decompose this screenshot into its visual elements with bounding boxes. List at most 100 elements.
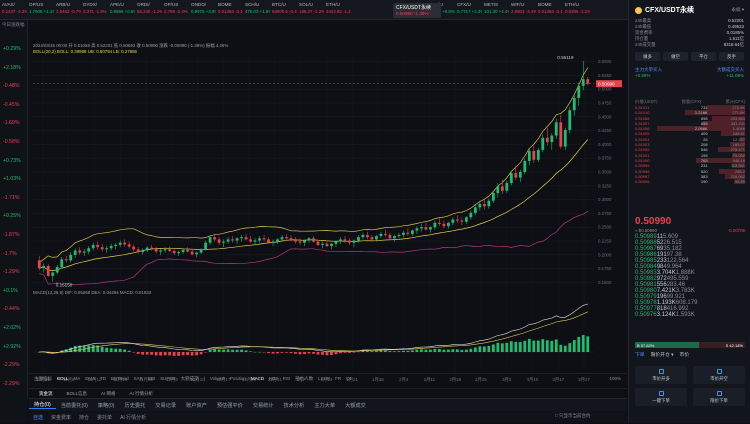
ticker-item[interactable]: BTC/U 66900.6 -0.4% [270,0,297,19]
macd-bar [172,352,176,356]
active-ticker-tab[interactable]: CFX/USDT永续 0.50990 -1.38% [393,3,441,18]
trade-button-1[interactable]: 做空 [663,52,688,61]
bottom-tab[interactable]: 账户资产 [181,402,212,409]
strip-tab[interactable]: BOLL信息 [67,391,88,397]
zoom-level[interactable]: 100% [609,376,621,381]
ticker-item[interactable]: ORDI/55.246 -1.2% [135,0,162,19]
change-item[interactable]: -0.48% [3,83,19,89]
trade-button-0[interactable]: 做多 [635,52,660,61]
change-item[interactable]: +2.02% [3,325,21,331]
trade-button-2[interactable]: 平仓 [691,52,716,61]
ticker-item[interactable]: ETH/U 3442.82 -1.1% [324,0,351,19]
ticker-item[interactable]: AVAX/0.1437 -2.3% [0,0,27,19]
order-strip-item[interactable]: 委托单 [93,414,116,421]
indicator-item[interactable]: SUPER [160,376,176,381]
book-row[interactable]: 0.509763.124K1.593K [635,312,745,318]
change-item[interactable]: -0.44% [3,306,19,312]
quick-action-1[interactable]: 市价开空 [693,366,745,384]
indicator-item[interactable]: 主图指标 [34,376,52,382]
indicator-item[interactable]: TD [100,376,106,381]
bottom-tab[interactable]: 交易统计 [248,402,279,409]
indicator-item[interactable]: BOLL [57,376,69,381]
ticker-item[interactable]: OP/US 2.789 -2.4% [162,0,189,19]
ticker-item[interactable]: OP/US 1.7606 +1.1% [27,0,54,19]
quick-action-2[interactable]: 一键下单 [635,388,687,406]
change-item[interactable]: +0.25% [3,213,21,219]
change-item[interactable]: -1.7% [3,251,17,257]
change-item[interactable]: -1.87% [3,232,19,238]
price-chart[interactable]: 0.5500 0.5250 0.5000 0.4750 0.4500 0.4250 0.40… [29,20,627,400]
indicator-item[interactable]: RSI [283,376,291,381]
ticker-item[interactable]: BOME 0.01383 -3.1% [216,0,243,19]
bottom-tab[interactable]: 交易记录 [150,402,181,409]
ticker-item[interactable]: SOL/U 188.37 -2.2% [297,0,324,19]
bottom-tab[interactable]: 技术分析 [279,402,310,409]
order-strip-item[interactable]: 自选 [29,414,47,421]
order-form-tab[interactable]: 市价 [680,351,690,358]
ticker-item[interactable]: CFX/U 0.7717 +2.3% [455,0,482,19]
change-item[interactable]: -1.69% [3,120,19,126]
strip-tab[interactable]: AI 网格 [101,391,116,397]
ticker-item[interactable]: METIS 101.30 +4.4% [482,0,509,19]
indicator-item[interactable]: BBTrend [111,376,129,381]
bottom-tab[interactable]: 预估强平价 [212,402,248,409]
bottom-tab[interactable]: 历史委托 [120,402,151,409]
change-item[interactable]: +0.29% [3,46,21,52]
change-item[interactable]: -0.45% [3,102,19,108]
change-item[interactable]: +0.73% [3,158,21,164]
ticker-item[interactable]: SCH/U 476.03 +1.8% [243,0,270,19]
order-form-tab[interactable]: 限价开仓 ▾ [651,351,674,358]
change-item[interactable]: +2.18% [3,65,21,71]
change-item[interactable]: -2.29% [3,362,19,368]
ticker-item[interactable]: DYDX/3.371 -1.9% [81,0,108,19]
indicator-item[interactable]: EMA [85,376,95,381]
order-strip-item[interactable]: 持仓 [75,414,93,421]
change-item[interactable]: +1.03% [3,176,21,182]
change-item[interactable]: -1.71% [3,195,19,201]
strip-tab[interactable]: 资金流 [39,391,53,397]
book-row[interactable]: 0.50996 190 96.89 [635,179,745,185]
macd-bar [186,352,190,356]
indicator-item[interactable]: Volume [210,376,225,381]
bottom-tab[interactable]: 大额成交 [340,402,371,409]
strip-tab[interactable]: AI 行情分析 [130,391,154,397]
change-item[interactable]: -2.29% [3,381,19,387]
ticker-item[interactable]: BOME 0.01383 -3.1% [536,0,563,19]
indicator-item[interactable]: FR [335,376,341,381]
current-contract-filter[interactable]: □ 只显示当前合约 [555,413,590,419]
ticker-item[interactable]: APE/U 0.9896 +0.5% [108,0,135,19]
change-item[interactable]: +2.92% [3,344,21,350]
indicator-item[interactable]: 持仓人数 [295,376,313,382]
macd-bar [150,352,154,355]
change-item[interactable]: +0.1% [3,288,18,294]
bottom-tab[interactable]: 主力大单 [309,402,340,409]
indicator-item[interactable]: SAR [134,376,143,381]
indicator-item[interactable]: 大额成交 [181,376,199,382]
ticker-price: 0.0286 -2.1% [565,9,590,14]
perp-dropdown[interactable]: 永续 ▾ [731,7,744,13]
bottom-tab[interactable]: 持仓(0) [29,401,56,409]
quick-action-3[interactable]: 限价下单 [693,388,745,406]
bottom-tab[interactable]: 当前委托(0) [56,402,93,409]
ticker-item[interactable]: WIF/U 2.6803 -3.4% [509,0,536,19]
indicator-item[interactable]: MACD [251,376,264,381]
ticker-item[interactable]: ONDO/0.8976 +3.8% [189,0,216,19]
order-strip-item[interactable]: 资金费率 [47,414,75,421]
ticker-item[interactable]: ETH/U 0.0286 -2.1% [563,0,590,19]
trade-button-3[interactable]: 反手 [719,52,744,61]
indicator-item[interactable]: BBI [148,376,155,381]
indicator-item[interactable]: MA [74,376,81,381]
indicator-item[interactable]: OI [346,376,351,381]
order-form-tab[interactable]: 下单 [635,351,645,358]
quick-action-0[interactable]: 市价开多 [635,366,687,384]
change-item[interactable]: -1.29% [3,269,19,275]
bottom-tab[interactable]: 策略(0) [93,402,120,409]
indicator-item[interactable]: LSUR [318,376,330,381]
book-price: 0.50976 [635,312,657,318]
indicator-item[interactable]: | [204,376,205,381]
indicator-item[interactable]: Position [230,376,246,381]
indicator-item[interactable]: KDJ [269,376,278,381]
change-item[interactable]: -0.58% [3,139,19,145]
order-strip-item[interactable]: AI 行情分析 [116,414,150,421]
ticker-item[interactable]: ARB/U 1.6463 -0.7% [54,0,81,19]
